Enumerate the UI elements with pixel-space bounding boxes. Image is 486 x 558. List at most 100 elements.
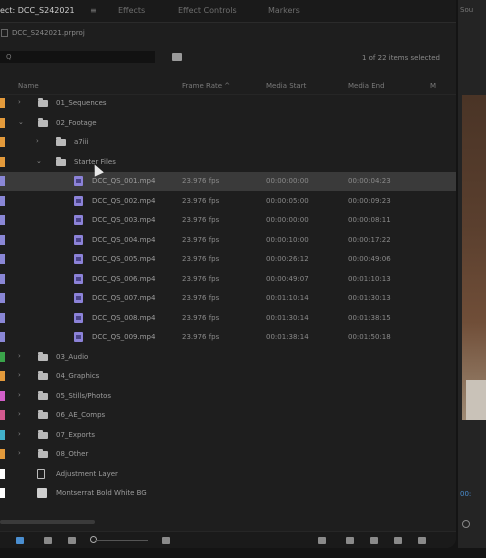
media-end-cell: 00:00:04:23 — [348, 177, 391, 185]
column-frame-rate[interactable]: Frame Rate ^ — [182, 82, 230, 90]
bin-row[interactable]: › 06_AE_Comps — [0, 406, 456, 425]
clip-row[interactable]: DCC_QS_009.mp4 23.976 fps 00:01:38:14 00:01… — [0, 328, 456, 347]
bin-row[interactable]: › a7iii — [0, 133, 456, 152]
clip-row[interactable]: DCC_QS_007.mp4 23.976 fps 00:01:10:14 00:01… — [0, 289, 456, 308]
bin-row[interactable]: › 08_Other — [0, 445, 456, 464]
chevron-right-icon[interactable]: › — [18, 410, 21, 418]
bin-row[interactable]: ⌄ 02_Footage — [0, 114, 456, 133]
new-bin-button-icon[interactable] — [370, 537, 378, 544]
label-color-swatch[interactable] — [0, 156, 5, 167]
bin-row[interactable]: ⌄ Starter Files — [0, 153, 456, 172]
label-color-swatch[interactable] — [0, 98, 5, 108]
clip-row[interactable]: DCC_QS_002.mp4 23.976 fps 00:00:05:00 00:00… — [0, 192, 456, 211]
chevron-right-icon[interactable]: › — [18, 352, 21, 360]
tab-effects[interactable]: Effects — [118, 6, 145, 15]
label-color-swatch[interactable] — [0, 351, 5, 362]
frame-rate-cell: 23.976 fps — [182, 274, 220, 283]
clip-row[interactable]: DCC_QS_003.mp4 23.976 fps 00:00:00:00 00:00… — [0, 211, 456, 230]
tab-markers[interactable]: Markers — [268, 6, 300, 15]
label-color-swatch[interactable] — [0, 195, 5, 206]
label-color-swatch[interactable] — [0, 273, 5, 284]
label-color-swatch[interactable] — [0, 332, 5, 342]
playhead-icon[interactable] — [462, 520, 470, 528]
chevron-right-icon[interactable]: › — [18, 98, 21, 106]
frame-rate-cell: 23.976 fps — [182, 196, 220, 205]
label-color-swatch[interactable] — [0, 410, 5, 420]
horizontal-scrollbar[interactable] — [0, 520, 95, 524]
media-start-cell: 00:00:05:00 — [266, 196, 309, 205]
video-clip-icon — [74, 195, 83, 206]
automate-to-sequence-icon[interactable] — [318, 537, 326, 544]
tab-effect-controls[interactable]: Effect Controls — [178, 6, 237, 15]
chevron-down-icon[interactable]: ⌄ — [36, 157, 42, 165]
label-color-swatch[interactable] — [0, 449, 5, 459]
folder-icon — [38, 429, 48, 439]
clip-row[interactable]: DCC_QS_004.mp4 23.976 fps 00:00:10:00 00:00… — [0, 231, 456, 250]
label-color-swatch[interactable] — [0, 488, 5, 498]
search-input[interactable] — [0, 51, 155, 63]
chevron-right-icon[interactable]: › — [18, 449, 21, 457]
tab-menu-icon[interactable]: ≡ — [90, 6, 97, 15]
items-selected-count: 1 of 22 items selected — [361, 54, 440, 62]
chevron-right-icon[interactable]: › — [36, 137, 39, 145]
chevron-right-icon[interactable]: › — [18, 430, 21, 438]
sort-icon[interactable] — [162, 537, 170, 544]
chevron-down-icon[interactable]: ⌄ — [18, 118, 24, 126]
folder-icon — [38, 351, 48, 361]
label-color-swatch[interactable] — [0, 137, 5, 147]
timecode-readout[interactable]: 00: — [460, 490, 471, 498]
label-color-swatch[interactable] — [0, 371, 5, 381]
tab-source[interactable]: Sou — [460, 6, 473, 14]
column-name[interactable]: Name — [18, 82, 39, 90]
panel-bottom-toolbar — [0, 531, 456, 548]
item-name: 07_Exports — [56, 430, 95, 439]
column-media-start[interactable]: Media Start — [266, 82, 306, 90]
tab-project[interactable]: ect: DCC_S242021 — [0, 6, 75, 15]
clip-row[interactable]: DCC_QS_006.mp4 23.976 fps 00:00:49:07 00:01… — [0, 270, 456, 289]
media-start-cell: 00:01:30:14 — [266, 313, 309, 322]
new-item-icon[interactable] — [394, 537, 402, 544]
folder-icon — [38, 410, 48, 419]
clear-icon[interactable] — [418, 537, 426, 544]
bin-row[interactable]: › 01_Sequences — [0, 94, 456, 113]
item-name: a7iii — [74, 138, 89, 146]
chevron-right-icon[interactable]: › — [18, 371, 21, 379]
find-icon[interactable] — [346, 537, 354, 544]
video-clip-icon — [74, 215, 83, 225]
clip-row[interactable]: DCC_QS_001.mp4 23.976 fps 00:00:00:00 00:00… — [0, 172, 456, 191]
bin-row[interactable]: › 07_Exports — [0, 426, 456, 445]
label-color-swatch[interactable] — [0, 254, 5, 264]
chevron-right-icon[interactable]: › — [18, 391, 21, 399]
label-color-swatch[interactable] — [0, 390, 5, 401]
column-media-end[interactable]: Media End — [348, 82, 385, 90]
freeform-view-icon[interactable] — [68, 537, 76, 544]
media-start-cell: 00:00:00:00 — [266, 177, 309, 185]
zoom-slider[interactable] — [96, 540, 148, 541]
label-color-swatch[interactable] — [0, 117, 5, 128]
bin-row[interactable]: › 03_Audio — [0, 348, 456, 367]
item-name: DCC_QS_009.mp4 — [92, 333, 156, 341]
clip-row[interactable]: DCC_QS_008.mp4 23.976 fps 00:01:30:14 00:01… — [0, 309, 456, 328]
icon-view-icon[interactable] — [44, 537, 52, 544]
label-color-swatch[interactable] — [0, 429, 5, 440]
new-bin-icon[interactable] — [172, 53, 182, 61]
label-color-swatch[interactable] — [0, 468, 5, 479]
label-color-swatch[interactable] — [0, 312, 5, 323]
label-color-swatch[interactable] — [0, 176, 5, 186]
media-start-cell: 00:00:10:00 — [266, 235, 309, 244]
list-view-icon[interactable] — [16, 537, 24, 544]
label-color-swatch[interactable] — [0, 293, 5, 303]
clip-row[interactable]: DCC_QS_005.mp4 23.976 fps 00:00:26:12 00:00… — [0, 250, 456, 269]
column-more[interactable]: M — [430, 82, 436, 90]
item-row[interactable]: Montserrat Bold White BG — [0, 484, 456, 503]
item-name: 01_Sequences — [56, 99, 107, 107]
label-color-swatch[interactable] — [0, 234, 5, 245]
bin-row[interactable]: › 05_Stills/Photos — [0, 387, 456, 406]
project-path: DCC_S242021.prproj — [0, 26, 456, 40]
search-row: 1 of 22 items selected — [0, 48, 456, 68]
graphic-icon — [37, 488, 47, 498]
item-row[interactable]: Adjustment Layer — [0, 465, 456, 484]
label-color-swatch[interactable] — [0, 215, 5, 225]
bin-row[interactable]: › 04_Graphics — [0, 367, 456, 386]
video-clip-icon — [74, 312, 83, 323]
